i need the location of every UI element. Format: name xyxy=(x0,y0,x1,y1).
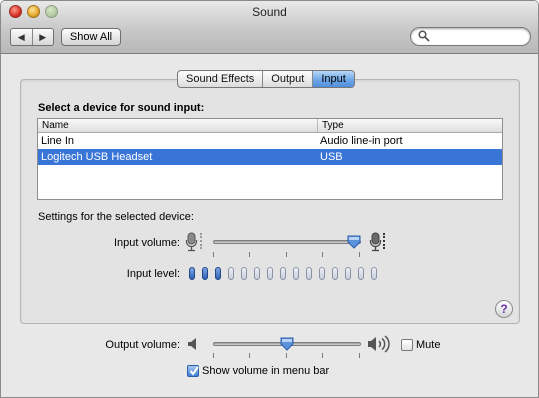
input-level-label: Input level: xyxy=(126,268,180,280)
input-volume-ticks xyxy=(213,252,361,258)
show-all-button[interactable]: Show All xyxy=(61,28,121,46)
mute-checkbox[interactable] xyxy=(401,339,413,351)
microphone-high-icon xyxy=(369,232,382,252)
back-button[interactable]: ◀ xyxy=(11,29,32,45)
mic-high-level-dots xyxy=(383,233,386,249)
microphone-low-icon xyxy=(185,232,198,252)
input-level-segment xyxy=(228,267,234,280)
title-toolbar: Sound ◀ ▶ Show All xyxy=(1,1,538,54)
input-level-segment xyxy=(241,267,247,280)
table-header: Name Type xyxy=(38,119,502,133)
window-title: Sound xyxy=(252,5,287,19)
speaker-low-icon xyxy=(188,338,196,350)
input-level-segment xyxy=(215,267,221,280)
input-level-segment xyxy=(280,267,286,280)
tab-sound-effects[interactable]: Sound Effects xyxy=(178,71,262,87)
input-level-segment xyxy=(371,267,377,280)
input-level-segment xyxy=(332,267,338,280)
device-name: Logitech USB Headset xyxy=(41,151,153,163)
input-level-segment xyxy=(267,267,273,280)
tab-output[interactable]: Output xyxy=(262,71,312,87)
input-level-segment xyxy=(202,267,208,280)
input-level-segment xyxy=(319,267,325,280)
device-type: USB xyxy=(320,151,343,163)
input-level-segment xyxy=(293,267,299,280)
device-name: Line In xyxy=(41,135,75,147)
device-type: Audio line-in port xyxy=(320,135,403,147)
settings-label: Settings for the selected device: xyxy=(38,211,194,223)
mic-low-level-dots xyxy=(200,233,203,249)
input-level-segment xyxy=(189,267,195,280)
help-button[interactable]: ? xyxy=(495,300,513,318)
content-panel xyxy=(20,79,520,324)
tab-bar: Sound Effects Output Input xyxy=(177,70,355,88)
input-level-segment xyxy=(345,267,351,280)
forward-arrow-icon: ▶ xyxy=(39,31,47,42)
sound-preferences-window: Sound ◀ ▶ Show All Sound Effects Output … xyxy=(0,0,539,398)
column-header-type[interactable]: Type xyxy=(317,119,502,132)
column-header-name[interactable]: Name xyxy=(38,119,317,132)
tab-input[interactable]: Input xyxy=(312,71,354,87)
input-volume-knob[interactable] xyxy=(347,235,361,249)
forward-button[interactable]: ▶ xyxy=(31,29,54,45)
table-row[interactable]: Line In Audio line-in port xyxy=(38,133,502,149)
speaker-high-icon xyxy=(368,335,390,353)
select-device-heading: Select a device for sound input: xyxy=(38,102,205,114)
output-volume-ticks xyxy=(213,353,361,359)
back-arrow-icon: ◀ xyxy=(17,31,25,42)
table-row-selected[interactable]: Logitech USB Headset USB xyxy=(38,149,502,165)
input-device-table[interactable]: Name Type Line In Audio line-in port Log… xyxy=(37,118,503,200)
mute-label: Mute xyxy=(416,339,441,351)
input-level-segment xyxy=(306,267,312,280)
output-volume-label: Output volume: xyxy=(105,339,180,351)
input-volume-slider[interactable] xyxy=(213,240,361,244)
input-level-segment xyxy=(254,267,260,280)
back-forward-control: ◀ ▶ xyxy=(10,28,54,46)
search-field[interactable] xyxy=(410,27,531,46)
output-volume-knob[interactable] xyxy=(280,337,294,351)
input-level-segment xyxy=(358,267,364,280)
search-input[interactable] xyxy=(431,29,525,44)
search-icon xyxy=(418,30,430,42)
input-volume-label: Input volume: xyxy=(113,237,180,249)
show-volume-menubar-label: Show volume in menu bar xyxy=(202,365,330,377)
show-volume-menubar-checkbox[interactable] xyxy=(187,365,199,377)
